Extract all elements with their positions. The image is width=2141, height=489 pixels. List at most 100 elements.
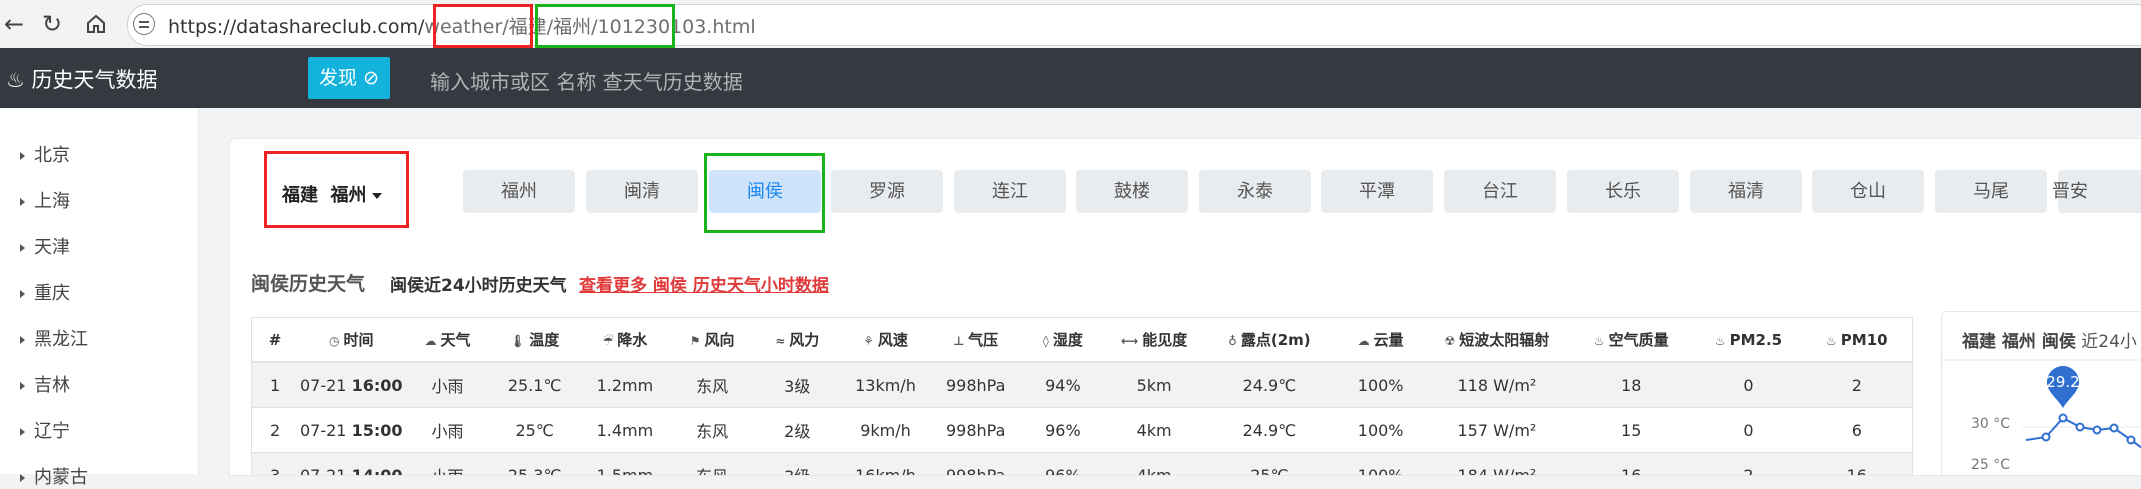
table-row[interactable]: 2 07-21 15:00 小雨 25℃ 1.4mm 东风 2级 9km/h 998hPa 96%… [252, 407, 1912, 453]
back-icon[interactable]: ← [0, 10, 28, 38]
logo-icon: ♨ [6, 68, 25, 92]
cell-humidity: 96% [1021, 452, 1104, 475]
district-tab[interactable]: 福州 [463, 170, 575, 213]
table-row[interactable]: 1 07-21 16:00 小雨 25.1℃ 1.2mm 东风 3级 13km/h 998hPa… [252, 361, 1912, 408]
y-axis-label-25: 25 °C [1971, 457, 2011, 473]
district-tab[interactable]: 连江 [954, 170, 1066, 213]
district-tab[interactable]: 福清 [1690, 170, 1802, 213]
column-header[interactable]: ♨ PM10 [1801, 318, 1912, 363]
reload-icon[interactable]: ↻ [38, 10, 66, 38]
sidebar-item-province[interactable]: 重庆 [20, 279, 70, 305]
green-highlight-district [704, 153, 825, 233]
column-icon: ◷ [328, 334, 340, 348]
cell-wind-dir: 东风 [670, 407, 754, 453]
weather-table: # ◷ 时间 ☁ 天气 🌡 温度 ☔ 降水 ⚑ 风向 ≈ 风力 ⚘ 风速 ⊥ 气压 ◊ 湿度 ⟷ 能见度 ♁ 露点(2m) ☁… [251, 317, 1913, 475]
table-row[interactable]: 307-21 14:00小雨25.3℃1.5mm东风3级16km/h998hPa… [252, 452, 1912, 475]
column-icon: ⊥ [953, 334, 965, 348]
column-header[interactable]: ☁ 天气 [404, 318, 491, 363]
home-icon[interactable] [82, 10, 110, 38]
green-highlight-url-file [535, 4, 675, 48]
column-header[interactable]: 🌡 温度 [490, 318, 579, 363]
cell-n: 3 [252, 452, 299, 475]
column-label: 空气质量 [1608, 331, 1669, 349]
district-tab[interactable]: 长乐 [1567, 170, 1679, 213]
column-header[interactable]: ☢ 短波太阳辐射 [1426, 318, 1568, 363]
column-header[interactable]: # [252, 318, 299, 363]
logo-text: 历史天气数据 [31, 68, 158, 92]
cell-wind-speed: 16km/h [841, 452, 930, 475]
sidebar-item-province[interactable]: 辽宁 [20, 417, 70, 443]
district-tab[interactable]: 罗源 [831, 170, 943, 213]
search-input[interactable]: 输入城市或区 名称 查天气历史数据 [430, 66, 743, 95]
data-point[interactable] [2109, 423, 2119, 433]
data-point[interactable] [2058, 413, 2068, 423]
column-header[interactable]: ◷ 时间 [298, 318, 405, 363]
more-hourly-link[interactable]: 查看更多 闽侯 历史天气小时数据 [579, 271, 829, 296]
cell-wind-force: 3级 [753, 361, 842, 408]
district-tab[interactable]: 台江 [1444, 170, 1556, 213]
cell-pm10: 2 [1801, 361, 1912, 408]
cell-weather: 小雨 [404, 407, 491, 453]
district-tab[interactable]: 平潭 [1321, 170, 1433, 213]
column-icon: ♨ [1714, 333, 1726, 348]
column-header[interactable]: ◊ 湿度 [1021, 318, 1104, 363]
column-header[interactable]: ☔ 降水 [578, 318, 671, 363]
red-highlight-url-region [433, 4, 533, 48]
column-header[interactable]: ⟷ 能见度 [1103, 318, 1205, 363]
column-icon: # [268, 330, 282, 349]
district-tab[interactable]: 马尾 [1935, 170, 2047, 213]
district-tab[interactable]: 鼓楼 [1076, 170, 1188, 213]
column-header[interactable]: ⊥ 气压 [929, 318, 1022, 363]
column-icon: ♨ [1826, 333, 1837, 348]
cell-hour: 15:00 [351, 420, 403, 440]
data-point[interactable] [2075, 422, 2085, 432]
column-label: 温度 [529, 331, 560, 349]
cell-visibility: 4km [1103, 407, 1205, 453]
caret-right-icon [20, 152, 25, 160]
cell-cloud: 100% [1334, 361, 1427, 408]
url-domain: https://datashareclub.com/ [168, 16, 425, 38]
column-header[interactable]: ♁ 露点(2m) [1204, 318, 1335, 363]
cell-pressure: 998hPa [929, 452, 1022, 475]
site-info-icon[interactable] [133, 13, 155, 35]
column-label: 风力 [789, 331, 820, 349]
sidebar-item-province[interactable]: 北京 [20, 141, 70, 167]
column-icon: ⚑ [689, 334, 701, 348]
sidebar-item-province[interactable]: 内蒙古 [20, 463, 88, 489]
district-tab[interactable]: 闽清 [586, 170, 698, 213]
site-logo[interactable]: ♨ 历史天气数据 [6, 64, 158, 94]
cell-wind-dir: 东风 [670, 452, 754, 475]
column-header[interactable]: ♨ 空气质量 [1567, 318, 1696, 363]
sidebar-item-province[interactable]: 上海 [20, 187, 70, 213]
sidebar-item-label: 吉林 [34, 375, 70, 396]
sidebar-item-province[interactable]: 黑龙江 [20, 325, 88, 351]
district-tab[interactable]: 晋安 [2052, 170, 2141, 213]
district-tab[interactable]: 永泰 [1199, 170, 1311, 213]
sidebar-item-province[interactable]: 天津 [20, 233, 70, 259]
caret-right-icon [20, 474, 25, 482]
cell-aqi: 16 [1567, 452, 1696, 475]
cell-visibility: 4km [1103, 452, 1205, 475]
data-point[interactable] [2126, 435, 2136, 445]
cell-temp: 25℃ [490, 407, 579, 453]
column-header[interactable]: ☁ 云量 [1334, 318, 1427, 363]
cell-dew: 24.9℃ [1204, 361, 1335, 408]
data-point[interactable] [2092, 425, 2102, 435]
column-icon: 🌡 [510, 334, 526, 348]
column-header[interactable]: ≈ 风力 [753, 318, 842, 363]
column-header[interactable]: ♨ PM2.5 [1695, 318, 1802, 363]
column-icon: ☢ [1444, 334, 1456, 348]
discover-button[interactable]: 发现 ⊘ [308, 57, 390, 99]
cell-temp: 25.1℃ [490, 361, 579, 408]
column-label: 气压 [968, 331, 999, 349]
sidebar-item-province[interactable]: 吉林 [20, 371, 70, 397]
sidebar-item-label: 北京 [34, 145, 70, 166]
section-title: 闽侯历史天气 [251, 273, 366, 295]
cell-date: 07-21 [299, 375, 347, 395]
cell-hour: 16:00 [351, 375, 403, 395]
district-tab[interactable]: 仓山 [1812, 170, 1924, 213]
column-header[interactable]: ⚘ 风速 [841, 318, 930, 363]
column-header[interactable]: ⚑ 风向 [670, 318, 754, 363]
temperature-line [2025, 416, 2141, 449]
data-point[interactable] [2041, 432, 2051, 442]
